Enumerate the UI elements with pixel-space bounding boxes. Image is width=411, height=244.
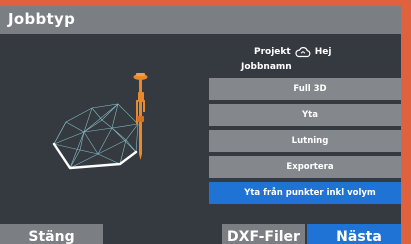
job-name: Jobbnamn: [241, 62, 292, 72]
close-button[interactable]: Stäng: [0, 224, 103, 244]
option-yta[interactable]: Yta: [209, 104, 401, 126]
job-type-dialog: Jobbtyp Projekt Hej Jobbnamn Full 3D Yta…: [0, 6, 401, 244]
option-exportera[interactable]: Exportera: [209, 156, 401, 178]
dialog-titlebar: Jobbtyp: [0, 6, 401, 34]
cloud-sync-icon: [295, 46, 311, 58]
project-name: Hej: [314, 47, 332, 57]
dxf-files-button[interactable]: DXF-Filer: [222, 224, 305, 244]
option-yta-fran-punkter[interactable]: Yta från punkter inkl volym: [209, 182, 401, 204]
project-info: Projekt Hej: [254, 45, 331, 59]
app-background: Jobbtyp Projekt Hej Jobbnamn Full 3D Yta…: [0, 0, 411, 244]
next-button[interactable]: Nästa: [307, 224, 401, 244]
project-label: Projekt: [254, 47, 291, 57]
dialog-title: Jobbtyp: [8, 10, 76, 28]
option-lutning[interactable]: Lutning: [209, 130, 401, 152]
option-full-3d[interactable]: Full 3D: [209, 78, 401, 100]
surface-survey-illustration: [52, 73, 148, 170]
